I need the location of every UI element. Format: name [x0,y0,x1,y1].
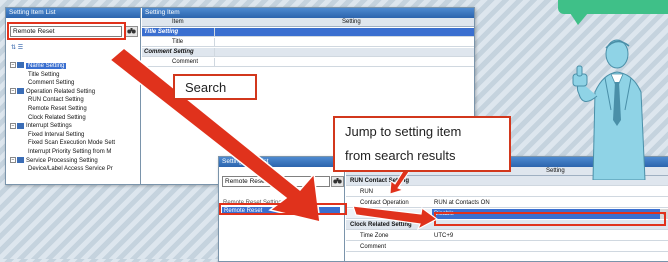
table-row[interactable]: Title [142,38,474,47]
tree-item[interactable]: Device/Label Access Service Pr [28,165,113,173]
table-row[interactable]: Comment [142,58,474,67]
result-highlight [219,203,347,215]
row-label: Comment [172,59,199,65]
row-label: RUN Contact Setting [350,178,409,184]
row-value[interactable] [214,28,474,36]
search-callout: Search [173,74,257,100]
binoculars-icon[interactable] [125,26,138,37]
table-row[interactable]: RUN [346,187,668,197]
speech-bubble [558,0,668,14]
header-setting: Setting [342,19,361,25]
tree-item-label: Fixed Interval Setting [28,131,85,138]
bubble-tail-icon [570,13,588,25]
folder-icon [17,88,24,95]
row-label: Comment Setting [144,49,194,55]
tree-item[interactable]: Clock Related Setting [28,114,86,122]
row-value[interactable] [214,48,474,56]
tree-item[interactable]: − Interrupt Settings [10,122,72,130]
table-row[interactable]: Comment Setting [142,48,474,57]
folder-icon [17,62,24,69]
search-input-results[interactable]: Remote Reset [222,176,330,187]
tree-item-label: Clock Related Setting [28,114,86,121]
tree-item[interactable]: RUN Contact Setting [28,96,84,104]
tree-item-label: Interrupt Priority Setting from M [28,149,112,155]
tree-item[interactable]: Remote Reset Setting [28,105,87,113]
tree-item[interactable]: Interrupt Priority Setting from M [28,148,111,156]
folder-icon [17,157,24,164]
list-pane-title: Setting Item List [6,8,140,18]
folder-icon [17,122,24,129]
tree-item[interactable]: Title Setting [28,71,59,79]
tree-item-label: Comment Setting [28,80,75,87]
expand-icon[interactable]: − [10,88,16,95]
header-item: Item [172,19,184,25]
grid-header: Item Setting [142,18,474,27]
tree-item-label: Interrupt Settings [26,123,72,130]
row-label: Comment [360,244,387,250]
tree-item-label: Title Setting [28,71,60,78]
row-label: Clock Related Setting [350,222,412,228]
row-label: Time Zone [360,233,389,239]
table-row[interactable]: Title Setting [142,28,474,37]
row-value[interactable] [214,38,474,46]
tree-item[interactable]: Fixed Scan Execution Mode Sett [28,139,115,147]
search-input-highlight [7,22,126,40]
tree-item-label: Service Processing Setting [26,157,98,164]
row-label: Title [172,39,184,45]
tree-item[interactable]: − Operation Related Setting [10,88,95,96]
settings-grid: Title Setting Title Comment Setting Comment [142,28,474,72]
expand-icon[interactable]: − [10,122,16,129]
row-value[interactable]: RUN at Contacts ON [432,198,668,208]
jump-callout: Jump to setting item from search results [333,116,511,172]
expand-icon[interactable]: − [10,157,16,164]
tree-item-label: Remote Reset Setting [28,106,87,112]
tree-item-label: Device/Label Access Service Pr [28,166,113,173]
jump-callout-line1: Jump to setting item [345,124,462,139]
row-value[interactable] [214,58,474,66]
tree-item[interactable]: − Name Setting [10,62,67,70]
table-row[interactable]: Contact Operation RUN at Contacts ON [346,198,668,208]
tree-item[interactable]: − Service Processing Setting [10,157,98,165]
tree-item-label: Operation Related Setting [26,88,96,95]
row-label: Title Setting [144,29,179,35]
tree-item-label: Fixed Scan Execution Mode Sett [28,140,116,147]
binoculars-icon[interactable] [331,176,344,187]
view-pane-title: Setting Item [142,8,474,18]
row-label: RUN [360,189,373,195]
jump-callout-line2: from search results [345,148,456,163]
row-label: Remote Reset [360,211,399,217]
row-value[interactable]: UTC+9 [432,231,668,241]
sort-icon[interactable]: ⇅ ☰ [11,44,27,52]
tree-item[interactable]: Fixed Interval Setting [28,131,84,139]
result-pane-title: Setting Item List [219,157,344,167]
businessman-thumbs-up-icon [572,39,646,180]
table-row[interactable]: Time Zone UTC+9 [346,231,668,241]
tree-item-label: RUN Contact Setting [28,97,84,104]
table-row[interactable]: Comment [346,242,668,252]
expand-icon[interactable]: − [10,62,16,69]
remote-reset-row-highlight [434,212,666,226]
row-label: Contact Operation [360,200,409,206]
tree-item-label: Name Setting [26,63,67,69]
tree-item[interactable]: Comment Setting [28,79,74,87]
